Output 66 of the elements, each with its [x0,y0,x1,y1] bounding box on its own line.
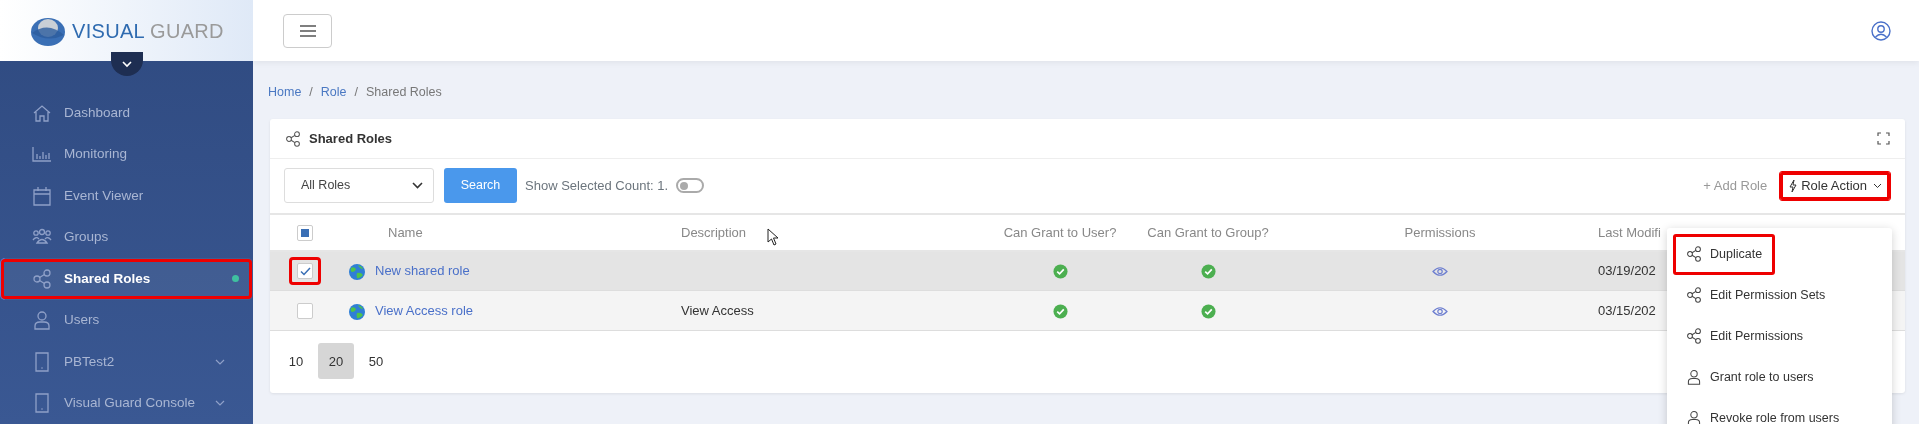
breadcrumb-link[interactable]: Home [268,83,302,102]
eye-icon[interactable] [1432,306,1448,318]
column-header: Can Grant to User? [1003,224,1117,240]
chevron-down-icon [1873,182,1882,189]
globe-icon [348,262,366,281]
fullscreen-icon[interactable] [1877,131,1890,145]
calendar-icon [32,185,52,206]
sidebar-item[interactable]: Dashboard [0,92,253,134]
brand-name: VISUAL GUARD [72,18,224,44]
sidebar-item[interactable]: Users [0,299,253,341]
sidebar-item[interactable]: Shared Roles [0,258,253,300]
menu-item[interactable]: Duplicate [1673,233,1776,275]
breadcrumb-link[interactable]: Role [320,83,347,102]
chevron-down-icon [215,358,225,365]
breadcrumb-separator: / [309,84,313,101]
lightning-icon [1788,178,1799,193]
page-size-button[interactable]: 20 [318,343,354,380]
globe-icon [348,302,366,321]
share-icon [285,131,301,148]
column-header: Description [681,224,747,240]
breadcrumb-current: Shared Roles [366,84,442,101]
card-title: Shared Roles [309,129,393,148]
breadcrumb-separator: / [354,84,359,101]
person-icon [1686,410,1702,424]
checkmark-icon [299,266,311,276]
sidebar-item[interactable]: Event Viewer [0,175,253,217]
role-name-link[interactable]: New shared role [375,263,470,279]
role-filter-select[interactable]: All Roles [284,168,434,204]
tablet-icon [32,351,52,372]
sidebar-item[interactable]: PBTest2 [0,341,253,383]
sidebar-item[interactable]: Monitoring [0,133,253,175]
column-header: Last Modifi [1598,224,1661,240]
share-icon [1686,246,1702,263]
cursor-icon [767,227,779,246]
user-account-icon[interactable] [1871,20,1891,41]
share-icon [1686,287,1702,304]
select-all-checkbox[interactable] [297,225,313,242]
chevron-down-icon [412,182,423,190]
row-checkbox[interactable] [289,257,321,285]
toggle-label: Show Selected Count: 1. [525,177,669,195]
table-cell: 03/19/202 [1598,263,1656,279]
page-size-button[interactable]: 10 [278,343,314,380]
column-header: Can Grant to Group? [1147,224,1269,240]
role-action-button[interactable]: Role Action [1779,170,1891,201]
table-cell: 03/15/202 [1598,303,1656,318]
page-size-button[interactable]: 50 [358,343,394,380]
share-icon [32,268,52,289]
column-header: Permissions [1404,224,1476,240]
person-icon [32,310,52,331]
table-cell: View Access [681,303,754,318]
menu-button[interactable] [283,13,332,48]
active-dot [232,275,239,283]
tablet-icon [32,393,52,414]
sidebar-item[interactable]: Visual Guard Console [0,382,253,424]
menu-icon [299,24,316,37]
chevron-down-icon [121,60,133,68]
column-header: Name [388,224,423,240]
person-icon [1686,369,1702,386]
chart-icon [32,144,52,165]
sidebar-item[interactable]: Groups [0,216,253,258]
role-name-link[interactable]: View Access role [375,302,474,318]
collapse-button[interactable] [111,52,143,76]
share-icon [1686,328,1702,345]
eye-icon[interactable] [1432,266,1448,278]
chevron-down-icon [215,400,225,407]
toggle-switch[interactable] [676,178,705,194]
